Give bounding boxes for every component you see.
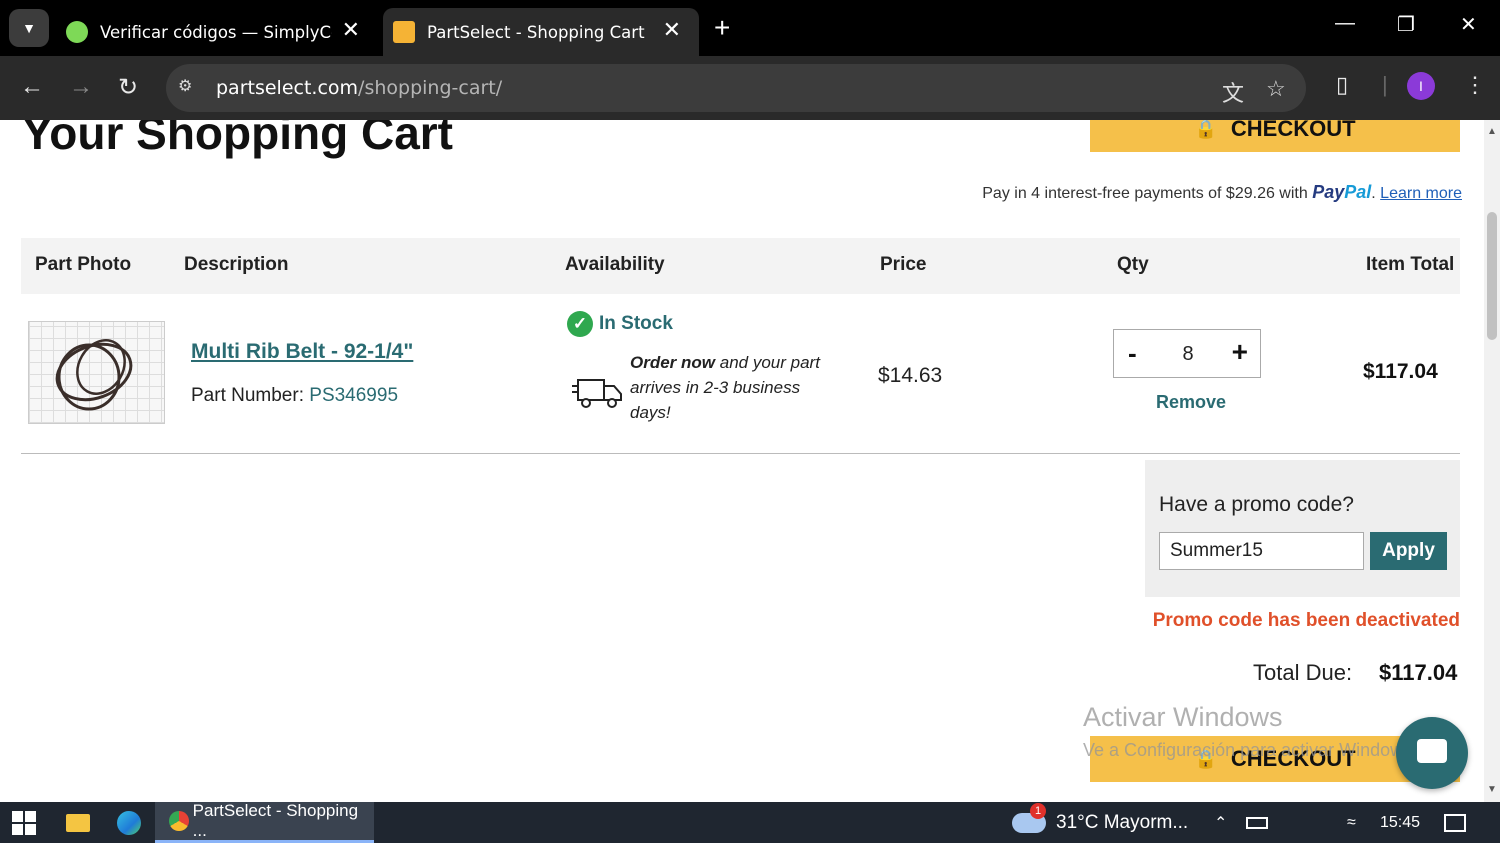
part-number-label: Part Number: <box>191 385 304 406</box>
column-header: Qty <box>1117 254 1149 275</box>
url-text[interactable]: partselect.com/shopping-cart/ <box>216 77 502 99</box>
windows-taskbar: PartSelect - Shopping ... 1 31°C Mayorm.… <box>0 801 1500 843</box>
remove-item-link[interactable]: Remove <box>1113 392 1269 413</box>
chat-widget-button[interactable] <box>1396 717 1468 789</box>
paypal-logo-pay: Pay <box>1312 182 1345 202</box>
scroll-down-icon[interactable]: ▼ <box>1487 784 1497 795</box>
notifications-icon[interactable] <box>1444 802 1466 843</box>
page-scrollbar[interactable]: ▲ ▼ <box>1484 120 1500 802</box>
scrollbar-thumb[interactable] <box>1487 212 1497 340</box>
column-header: Part Photo <box>35 254 132 275</box>
edge-browser-icon[interactable] <box>117 802 141 843</box>
total-due-value: $117.04 <box>1379 660 1458 685</box>
promo-error-message: Promo code has been deactivated <box>1152 610 1460 631</box>
page-content: Your Shopping Cart 🔒 CHECKOUT Pay in 4 i… <box>0 120 1484 802</box>
close-icon[interactable]: ✕ <box>663 18 681 43</box>
taskbar-chrome-app[interactable]: PartSelect - Shopping ... <box>155 801 374 843</box>
cart-item-row: Multi Rib Belt - 92-1/4" Part Number: PS… <box>21 294 1460 454</box>
column-header: Item Total <box>1366 254 1455 275</box>
shipping-estimate-bold: Order now <box>630 353 716 372</box>
scroll-up-icon[interactable]: ▲ <box>1487 126 1497 137</box>
column-header: Description <box>184 254 289 275</box>
check-circle-icon: ✓ <box>567 311 593 337</box>
windows-logo-icon <box>12 810 36 835</box>
browser-tabstrip: ▼ Verificar códigos — SimplyCodes ✕ Part… <box>0 0 1500 56</box>
site-info-icon[interactable]: ⚙ <box>178 76 202 100</box>
restore-icon[interactable]: ❐ <box>1397 12 1415 37</box>
availability-status: ✓ In Stock <box>567 311 673 337</box>
bookmark-star-icon[interactable]: ☆ <box>1266 76 1286 102</box>
tab-title: Verificar códigos — SimplyCodes <box>100 22 332 42</box>
shipping-estimate: Order now and your part arrives in 2-3 b… <box>630 350 840 425</box>
reload-icon[interactable]: ↻ <box>118 73 138 102</box>
part-number-value: PS346995 <box>309 385 399 406</box>
profile-avatar[interactable]: I <box>1407 72 1435 100</box>
qty-increment-button[interactable]: + <box>1232 336 1248 368</box>
belt-image <box>55 339 133 411</box>
checkout-label: CHECKOUT <box>1230 120 1356 141</box>
window-close-icon[interactable]: ✕ <box>1460 12 1477 37</box>
tab-partselect[interactable]: PartSelect - Shopping Cart ✕ <box>383 8 699 56</box>
windows-activation-subtext: Ve a Configuración para activar Windows. <box>1083 740 1418 760</box>
toolbar-divider: | <box>1382 72 1388 97</box>
url-path: /shopping-cart/ <box>358 77 503 99</box>
promo-code-label: Have a promo code? <box>1159 493 1354 516</box>
paypal-logo: PayPal <box>1312 182 1371 202</box>
checkout-button-top[interactable]: 🔒 CHECKOUT <box>1090 120 1460 152</box>
part-number: Part Number: PS346995 <box>191 385 398 407</box>
extensions-icon[interactable]: ▯ <box>1336 72 1348 98</box>
more-menu-icon[interactable]: ⋮ <box>1464 72 1486 98</box>
item-price: $14.63 <box>878 364 943 387</box>
weather-text: 31°C Mayorm... <box>1056 811 1189 833</box>
item-total: $117.04 <box>1363 360 1438 383</box>
cart-table-header: Part Photo Description Availability Pric… <box>21 238 1460 294</box>
wifi-icon[interactable]: ≈ <box>1347 802 1356 843</box>
page-title: Your Shopping Cart <box>22 120 454 159</box>
paypal-learn-more-link[interactable]: Learn more <box>1380 185 1462 202</box>
tab-simplycodes[interactable]: Verificar códigos — SimplyCodes ✕ <box>56 8 378 56</box>
chrome-icon <box>169 811 189 831</box>
apply-promo-button[interactable]: Apply <box>1370 532 1447 570</box>
windows-activation-watermark: Activar Windows <box>1083 702 1283 732</box>
translate-icon[interactable]: 文 <box>1222 76 1244 108</box>
chat-icon <box>1417 739 1447 763</box>
total-due-label: Total Due: <box>1253 660 1353 685</box>
column-header: Price <box>880 254 927 275</box>
promo-code-input[interactable] <box>1159 532 1364 570</box>
file-explorer-icon[interactable] <box>66 802 90 843</box>
battery-icon[interactable] <box>1246 802 1268 843</box>
start-button[interactable] <box>12 802 36 843</box>
new-tab-icon[interactable]: + <box>714 12 730 44</box>
cloud-icon: 1 <box>1012 802 1046 833</box>
delivery-truck-icon <box>572 379 622 408</box>
address-bar[interactable]: ⚙ partselect.com/shopping-cart/ 文 ☆ <box>166 64 1306 112</box>
back-icon[interactable]: ← <box>20 73 44 101</box>
column-header: Availability <box>565 254 665 275</box>
minimize-icon[interactable]: — <box>1335 12 1355 35</box>
tab-search-button[interactable]: ▼ <box>9 9 49 47</box>
tab-title: PartSelect - Shopping Cart <box>427 22 645 42</box>
part-name-link[interactable]: Multi Rib Belt - 92-1/4" <box>191 340 413 364</box>
weather-widget[interactable]: 1 31°C Mayorm... <box>1012 802 1188 843</box>
partselect-favicon-icon <box>393 21 415 43</box>
simplycodes-favicon-icon <box>66 21 88 43</box>
close-icon[interactable]: ✕ <box>342 18 360 43</box>
promo-code-panel: Have a promo code? Apply <box>1145 460 1460 597</box>
chevron-down-icon: ▼ <box>22 20 36 36</box>
paypal-text: Pay in 4 interest-free payments of $29.2… <box>982 185 1308 202</box>
url-domain: partselect.com <box>216 77 359 99</box>
chevron-up-icon[interactable]: ⌃ <box>1214 802 1227 843</box>
paypal-installments: Pay in 4 interest-free payments of $29.2… <box>982 182 1462 202</box>
availability-label: In Stock <box>599 313 673 334</box>
lock-icon: 🔒 <box>1194 120 1217 139</box>
weather-badge: 1 <box>1030 802 1046 819</box>
paypal-logo-pal: Pal <box>1344 182 1372 202</box>
part-photo[interactable] <box>28 321 165 424</box>
taskbar-app-label: PartSelect - Shopping ... <box>192 801 359 840</box>
forward-icon[interactable]: → <box>69 73 93 101</box>
quantity-stepper[interactable]: - 8 + <box>1113 329 1261 378</box>
clock[interactable]: 15:45 <box>1380 802 1420 843</box>
browser-toolbar: ← → ↻ ⚙ partselect.com/shopping-cart/ 文 … <box>0 56 1500 120</box>
